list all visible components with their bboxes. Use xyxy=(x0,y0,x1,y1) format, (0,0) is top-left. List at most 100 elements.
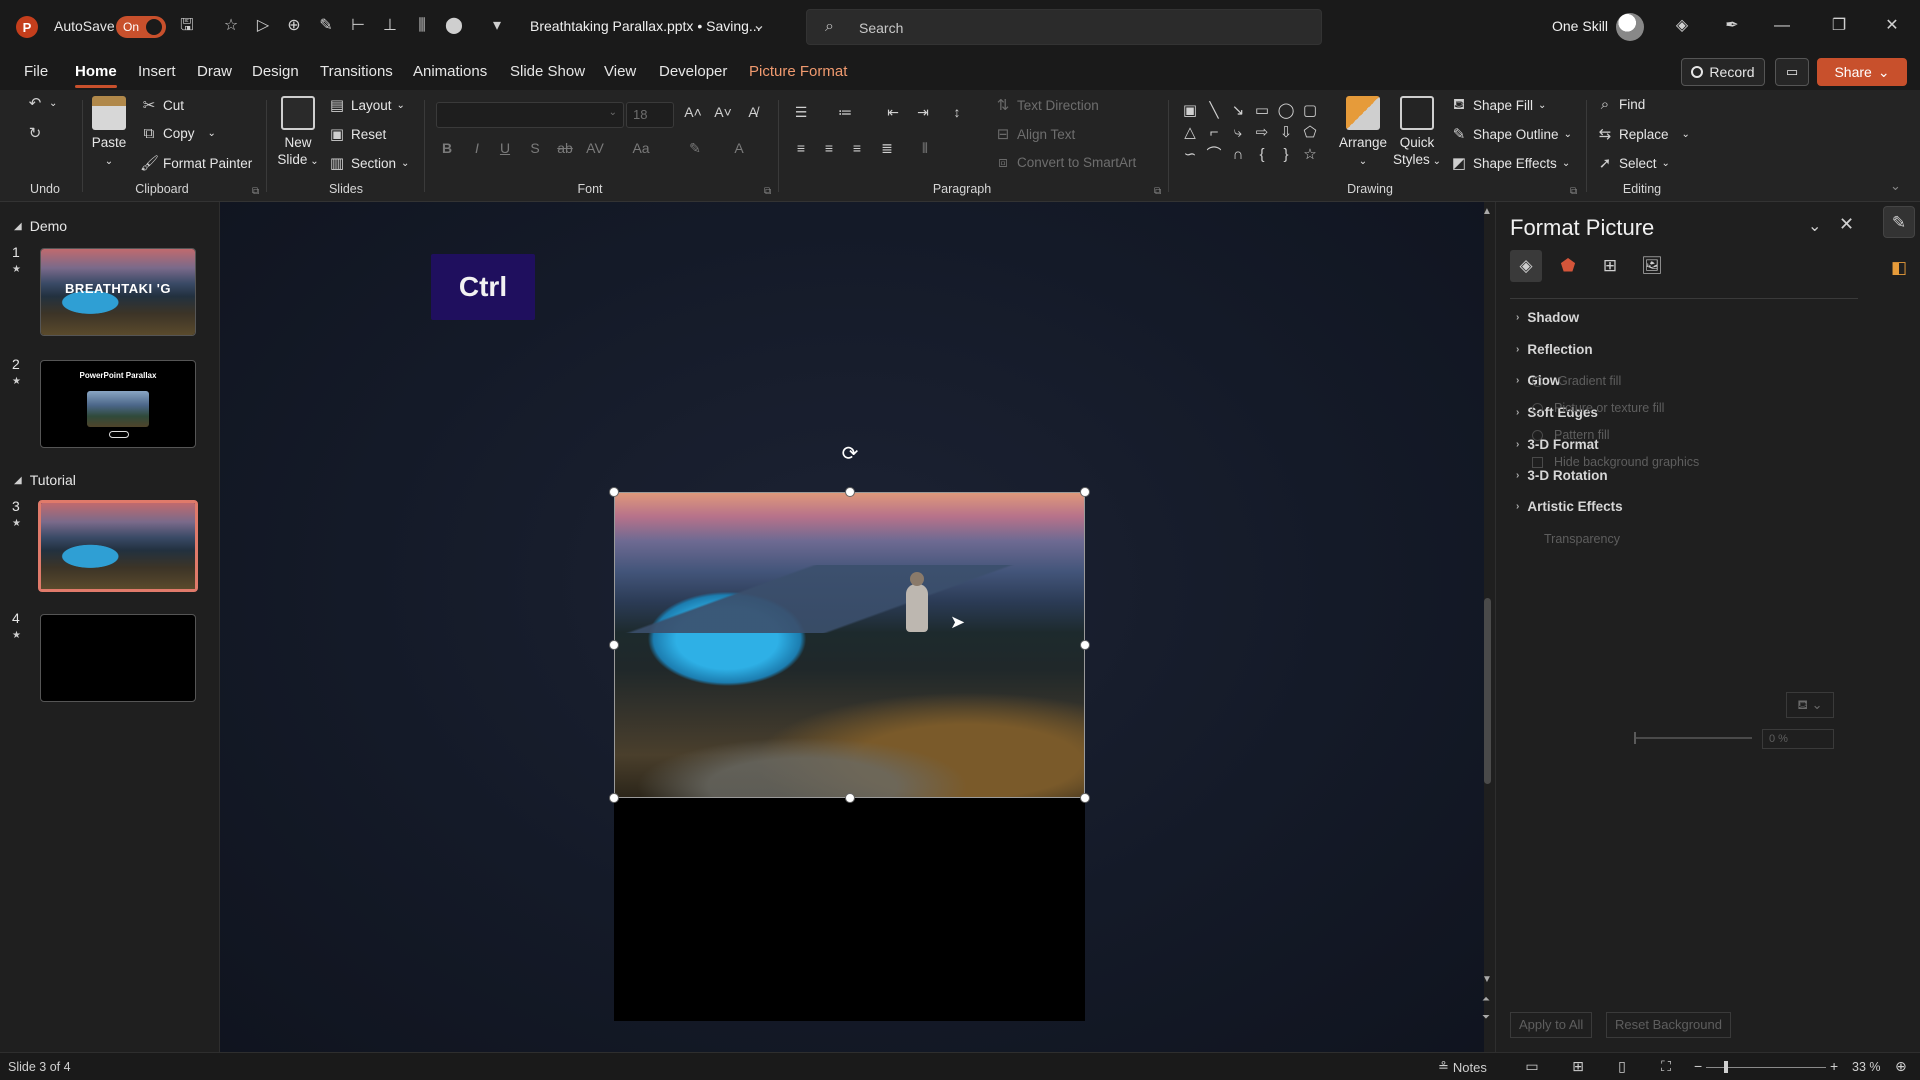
resize-handle-n[interactable] xyxy=(845,487,855,497)
line-spacing-icon[interactable]: ↕ xyxy=(946,104,968,120)
tab-draw[interactable]: Draw xyxy=(197,63,232,80)
justify-icon[interactable]: ≣ xyxy=(876,140,898,157)
size-properties-tab-icon[interactable]: ⊞ xyxy=(1594,250,1626,282)
record-button[interactable]: Record xyxy=(1681,58,1765,86)
previous-slide-icon[interactable]: ⏶ xyxy=(1482,994,1490,1005)
rounded-rect-shape-icon[interactable]: ▢ xyxy=(1298,100,1322,122)
paste-button[interactable]: Paste ⌄ xyxy=(90,96,128,170)
find-button[interactable]: ⌕ Find xyxy=(1596,96,1645,113)
numbering-icon[interactable]: ≔ xyxy=(834,104,856,121)
section-header-demo[interactable]: ◢ Demo xyxy=(14,218,67,234)
resize-handle-sw[interactable] xyxy=(609,793,619,803)
format-painter-button[interactable]: 🖌 Format Painter xyxy=(140,154,252,172)
increase-indent-icon[interactable]: ⇥ xyxy=(912,104,934,121)
clear-format-icon[interactable]: A̸ xyxy=(742,104,764,120)
undo-button[interactable]: ↶ ⌄ xyxy=(26,94,58,112)
section-3d-rotation[interactable]: › 3-D Rotation xyxy=(1516,468,1608,483)
canvas-scrollbar[interactable]: ▲ ▼ ⏶ ⏷ xyxy=(1481,202,1495,1052)
minimize-icon[interactable]: — xyxy=(1770,14,1794,38)
align-center-icon[interactable]: ≡ xyxy=(818,140,840,156)
normal-view-icon[interactable]: ▭ xyxy=(1522,1058,1542,1076)
brace-left-shape-icon[interactable]: { xyxy=(1250,144,1274,166)
strikethrough-icon[interactable]: ab xyxy=(554,140,576,156)
line-shape-icon[interactable]: ╲ xyxy=(1202,100,1226,122)
zoom-out-icon[interactable]: − xyxy=(1694,1058,1702,1074)
slide-thumbnail-2[interactable]: PowerPoint Parallax xyxy=(40,360,196,448)
italic-icon[interactable]: I xyxy=(466,140,488,156)
format-pane-icon[interactable]: ✎ xyxy=(1883,206,1915,238)
grow-font-icon[interactable]: A˄ xyxy=(682,104,704,120)
shape-outline-button[interactable]: ✎ Shape Outline ⌄ xyxy=(1450,125,1572,143)
slide-thumbnail-3[interactable] xyxy=(38,500,198,592)
slide-sorter-icon[interactable]: ⊞ xyxy=(1568,1058,1588,1076)
fit-to-window-icon[interactable]: ⊕ xyxy=(1895,1058,1907,1075)
shape-icon[interactable]: ⬤ xyxy=(443,15,465,37)
char-spacing-icon[interactable]: AV xyxy=(584,140,606,156)
align-right-icon[interactable]: ≡ xyxy=(846,140,868,156)
brace-right-shape-icon[interactable]: } xyxy=(1274,144,1298,166)
section-reflection[interactable]: › Reflection xyxy=(1516,342,1593,357)
shadow-text-icon[interactable]: S xyxy=(524,140,546,156)
select-button[interactable]: ➚ Select ⌄ xyxy=(1596,154,1670,172)
arrow-line-shape-icon[interactable]: ↘ xyxy=(1226,100,1250,122)
reset-background-button[interactable]: Reset Background xyxy=(1606,1012,1731,1038)
search-input[interactable]: ⌕ Search xyxy=(806,9,1322,45)
scroll-up-icon[interactable]: ▲ xyxy=(1482,206,1492,217)
resize-handle-s[interactable] xyxy=(845,793,855,803)
tab-picture-format[interactable]: Picture Format xyxy=(749,63,847,80)
avatar[interactable] xyxy=(1616,13,1644,41)
tab-insert[interactable]: Insert xyxy=(138,63,176,80)
rotate-handle-icon[interactable]: ⟳ xyxy=(838,442,862,466)
tab-view[interactable]: View xyxy=(604,63,636,80)
user-name[interactable]: One Skill xyxy=(1552,18,1608,34)
resize-handle-ne[interactable] xyxy=(1080,487,1090,497)
redo-button[interactable]: ↻ xyxy=(26,124,44,142)
reading-view-icon[interactable]: ▯ xyxy=(1612,1058,1632,1076)
tab-developer[interactable]: Developer xyxy=(659,63,727,80)
section-header-tutorial[interactable]: ◢ Tutorial xyxy=(14,472,76,488)
star-shape-icon[interactable]: ☆ xyxy=(1298,144,1322,166)
resize-handle-nw[interactable] xyxy=(609,487,619,497)
shrink-font-icon[interactable]: A˅ xyxy=(712,104,734,120)
elbow-shape-icon[interactable]: ⌐ xyxy=(1202,122,1226,144)
tab-design[interactable]: Design xyxy=(252,63,299,80)
curve-shape-icon[interactable]: ⤷ xyxy=(1226,122,1250,144)
convert-smartart-button[interactable]: ⧈ Convert to SmartArt xyxy=(994,154,1136,171)
new-slide-button[interactable]: New Slide ⌄ xyxy=(276,96,320,170)
right-arrow-shape-icon[interactable]: ⇨ xyxy=(1250,122,1274,144)
dialog-launcher-icon[interactable]: ⧉ xyxy=(252,186,259,197)
highlight-icon[interactable]: ✎ xyxy=(684,140,706,157)
rectangle-shape-icon[interactable]: ▭ xyxy=(1250,100,1274,122)
align-text-button[interactable]: ⊟ Align Text xyxy=(994,125,1076,143)
columns-icon[interactable]: ⫴ xyxy=(914,140,936,157)
zoom-level[interactable]: 33 % xyxy=(1852,1060,1881,1074)
designer-icon[interactable]: ◧ xyxy=(1883,252,1915,284)
restore-icon[interactable]: ❐ xyxy=(1827,14,1851,38)
distribute-icon[interactable]: ⫼ xyxy=(411,15,433,37)
star-icon[interactable]: ☆ xyxy=(220,15,242,37)
oval-shape-icon[interactable]: ◯ xyxy=(1274,100,1298,122)
dialog-launcher-icon[interactable]: ⧉ xyxy=(764,186,771,197)
align-left-icon[interactable]: ⊢ xyxy=(347,15,369,37)
font-name-select[interactable]: ⌄ xyxy=(436,102,624,128)
picture-tab-icon[interactable]: 🖼 xyxy=(1636,250,1668,282)
section-artistic-effects[interactable]: › Artistic Effects xyxy=(1516,499,1623,514)
pane-options-icon[interactable]: ⌄ xyxy=(1808,216,1821,236)
slide-thumbnail-4[interactable] xyxy=(40,614,196,702)
close-icon[interactable]: ✕ xyxy=(1839,214,1854,235)
pen-icon[interactable]: ✎ xyxy=(315,15,337,37)
collapse-ribbon-icon[interactable]: ⌄ xyxy=(1890,178,1901,194)
replace-button[interactable]: ⇆ Replace ⌄ xyxy=(1596,125,1690,143)
scroll-thumb[interactable] xyxy=(1484,598,1491,784)
freeform-shape-icon[interactable]: ∽ xyxy=(1178,144,1202,166)
next-slide-icon[interactable]: ⏷ xyxy=(1482,1012,1490,1023)
shape-fill-button[interactable]: ⛾ Shape Fill ⌄ xyxy=(1450,96,1547,115)
dialog-launcher-icon[interactable]: ⧉ xyxy=(1570,186,1577,197)
resize-handle-se[interactable] xyxy=(1080,793,1090,803)
tab-animations[interactable]: Animations xyxy=(413,63,487,80)
underline-icon[interactable]: U xyxy=(494,140,516,156)
change-case-icon[interactable]: Aa xyxy=(630,140,652,156)
tab-slide-show[interactable]: Slide Show xyxy=(510,63,585,80)
save-icon[interactable]: 🖫 xyxy=(176,15,198,37)
fill-line-tab-icon[interactable]: ◈ xyxy=(1510,250,1542,282)
